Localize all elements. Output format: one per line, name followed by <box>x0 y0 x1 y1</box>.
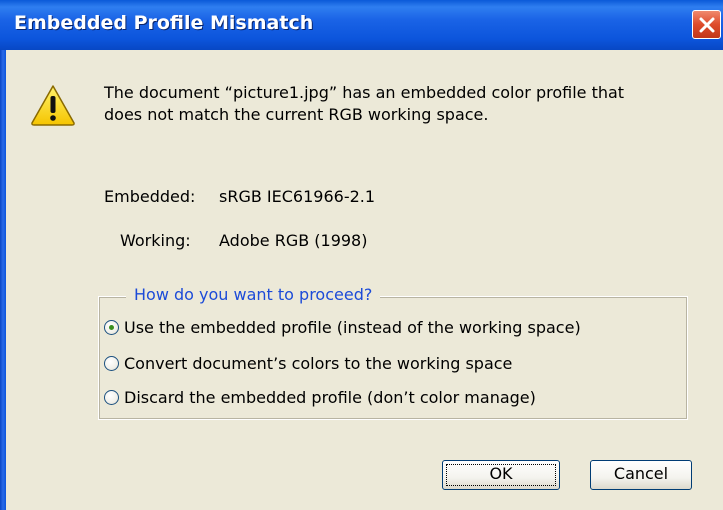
message-line-2: does not match the current RGB working s… <box>104 105 489 124</box>
radio-selected-dot <box>109 325 114 330</box>
embedded-label: Embedded: <box>104 187 196 206</box>
option-label: Convert document’s colors to the working… <box>124 354 513 373</box>
window-title: Embedded Profile Mismatch <box>14 12 314 34</box>
warning-icon <box>31 85 75 126</box>
window-frame-left <box>0 50 6 510</box>
cancel-button-label: Cancel <box>613 464 669 483</box>
dialog-window: Embedded Profile Mismatch The document “… <box>0 0 723 510</box>
working-value: Adobe RGB (1998) <box>219 231 368 250</box>
close-icon <box>699 17 715 33</box>
options-legend: How do you want to proceed? <box>126 285 381 304</box>
cancel-button[interactable]: Cancel <box>590 460 692 490</box>
working-label: Working: <box>120 231 191 250</box>
radio-button[interactable] <box>104 320 119 335</box>
ok-button[interactable]: OK <box>442 460 560 490</box>
option-label: Discard the embedded profile (don’t colo… <box>124 388 536 407</box>
radio-button[interactable] <box>104 390 119 405</box>
message-line-1: The document “picture1.jpg” has an embed… <box>104 83 625 102</box>
close-button[interactable] <box>692 10 721 39</box>
title-bar[interactable]: Embedded Profile Mismatch <box>0 0 723 50</box>
ok-button-label: OK <box>489 464 513 483</box>
option-label: Use the embedded profile (instead of the… <box>124 318 581 337</box>
embedded-value: sRGB IEC61966-2.1 <box>219 187 376 206</box>
radio-button[interactable] <box>104 356 119 371</box>
